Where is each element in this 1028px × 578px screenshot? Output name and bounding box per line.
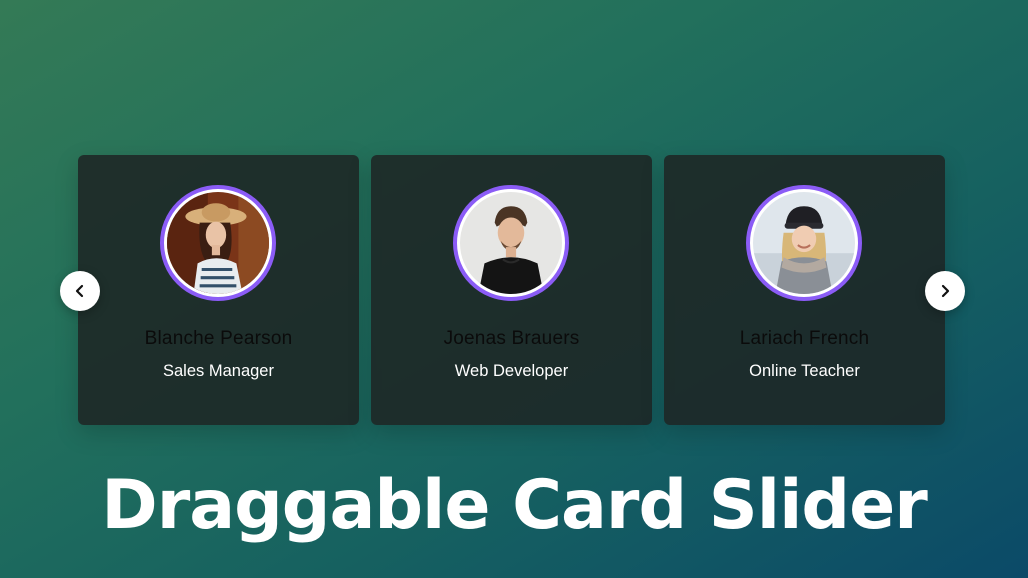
profile-card[interactable]: Blanche Pearson Sales Manager: [78, 155, 359, 425]
avatar: [746, 185, 862, 301]
avatar: [160, 185, 276, 301]
chevron-left-icon: [75, 284, 84, 298]
card-role: Online Teacher: [749, 362, 860, 380]
avatar: [453, 185, 569, 301]
card-list[interactable]: Blanche Pearson Sales Manager Joenas Bra…: [78, 155, 945, 425]
page-title: Draggable Card Slider: [101, 466, 927, 545]
next-slide-button[interactable]: [925, 271, 965, 311]
card-name: Blanche Pearson: [144, 328, 293, 349]
card-role: Sales Manager: [163, 362, 274, 380]
profile-card[interactable]: Lariach French Online Teacher: [664, 155, 945, 425]
card-slider[interactable]: Blanche Pearson Sales Manager Joenas Bra…: [60, 155, 965, 425]
chevron-right-icon: [941, 284, 950, 298]
card-name: Lariach French: [739, 328, 870, 349]
profile-card[interactable]: Joenas Brauers Web Developer: [371, 155, 652, 425]
card-name: Joenas Brauers: [443, 328, 580, 349]
prev-slide-button[interactable]: [60, 271, 100, 311]
card-role: Web Developer: [454, 362, 569, 380]
